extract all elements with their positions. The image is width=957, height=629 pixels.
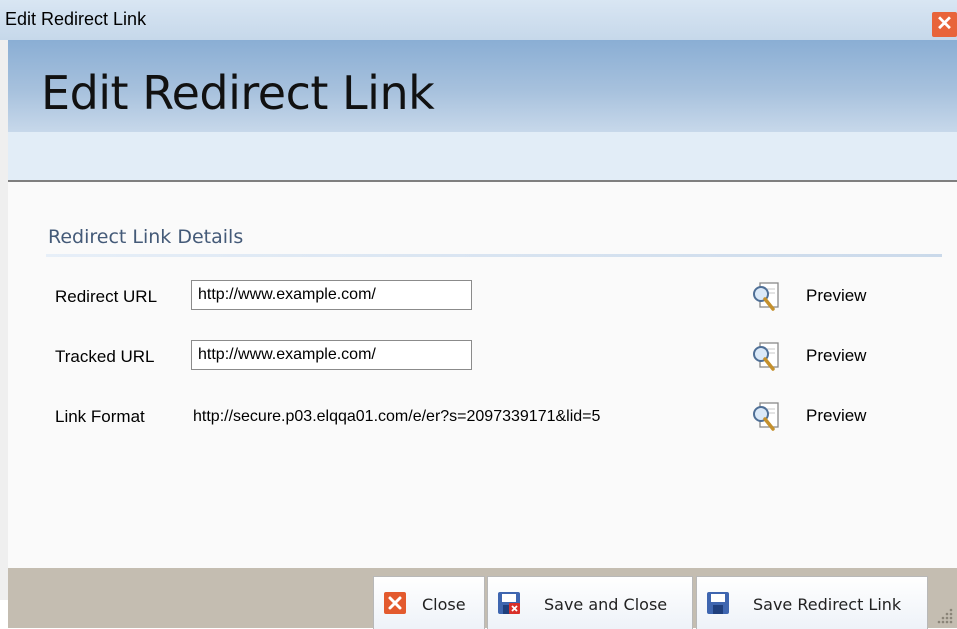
save-and-close-button[interactable]: Save and Close (487, 576, 693, 629)
section-divider (46, 254, 942, 257)
close-icon (384, 592, 406, 614)
redirect-url-input[interactable] (191, 280, 472, 310)
dialog-content: Redirect Link Details Redirect URL Previ… (8, 182, 957, 568)
redirect-url-label: Redirect URL (55, 287, 158, 306)
header-toolbar-strip (8, 132, 957, 182)
save-redirect-link-label: Save Redirect Link (753, 595, 902, 614)
document-magnifier-icon (753, 282, 779, 311)
document-magnifier-icon (753, 402, 779, 431)
link-format-preview-button[interactable]: Preview (750, 399, 890, 435)
dialog-header: Edit Redirect Link (8, 40, 957, 132)
close-button[interactable]: Close (373, 576, 485, 629)
redirect-url-preview-button[interactable]: Preview (750, 279, 890, 315)
floppy-disk-icon (707, 592, 729, 614)
save-redirect-link-button[interactable]: Save Redirect Link (696, 576, 928, 629)
tracked-url-input[interactable] (191, 340, 472, 370)
window-close-button[interactable]: ✕ (932, 12, 957, 37)
tracked-url-preview-button[interactable]: Preview (750, 339, 890, 375)
tracked-url-label: Tracked URL (55, 347, 155, 366)
preview-label: Preview (806, 286, 867, 305)
save-and-close-label: Save and Close (544, 595, 668, 614)
link-format-value: http://secure.p03.elqqa01.com/e/er?s=209… (193, 408, 601, 425)
section-title: Redirect Link Details (48, 226, 244, 248)
edit-redirect-link-dialog: Edit Redirect Link ✕ Edit Redirect Link … (0, 0, 957, 629)
save-close-icon (498, 592, 520, 614)
resize-grip-icon[interactable] (933, 604, 955, 626)
document-magnifier-icon (753, 342, 779, 371)
dialog-footer: Close Save and Close Save Redirect Link (8, 568, 957, 629)
dialog-left-border (0, 40, 8, 600)
window-title: Edit Redirect Link (5, 9, 147, 29)
preview-label: Preview (806, 406, 867, 425)
page-title: Edit Redirect Link (41, 66, 435, 120)
window-titlebar: Edit Redirect Link ✕ (0, 0, 957, 40)
preview-label: Preview (806, 346, 867, 365)
close-button-label: Close (422, 595, 466, 614)
link-format-label: Link Format (55, 407, 145, 426)
close-icon: ✕ (936, 13, 953, 35)
